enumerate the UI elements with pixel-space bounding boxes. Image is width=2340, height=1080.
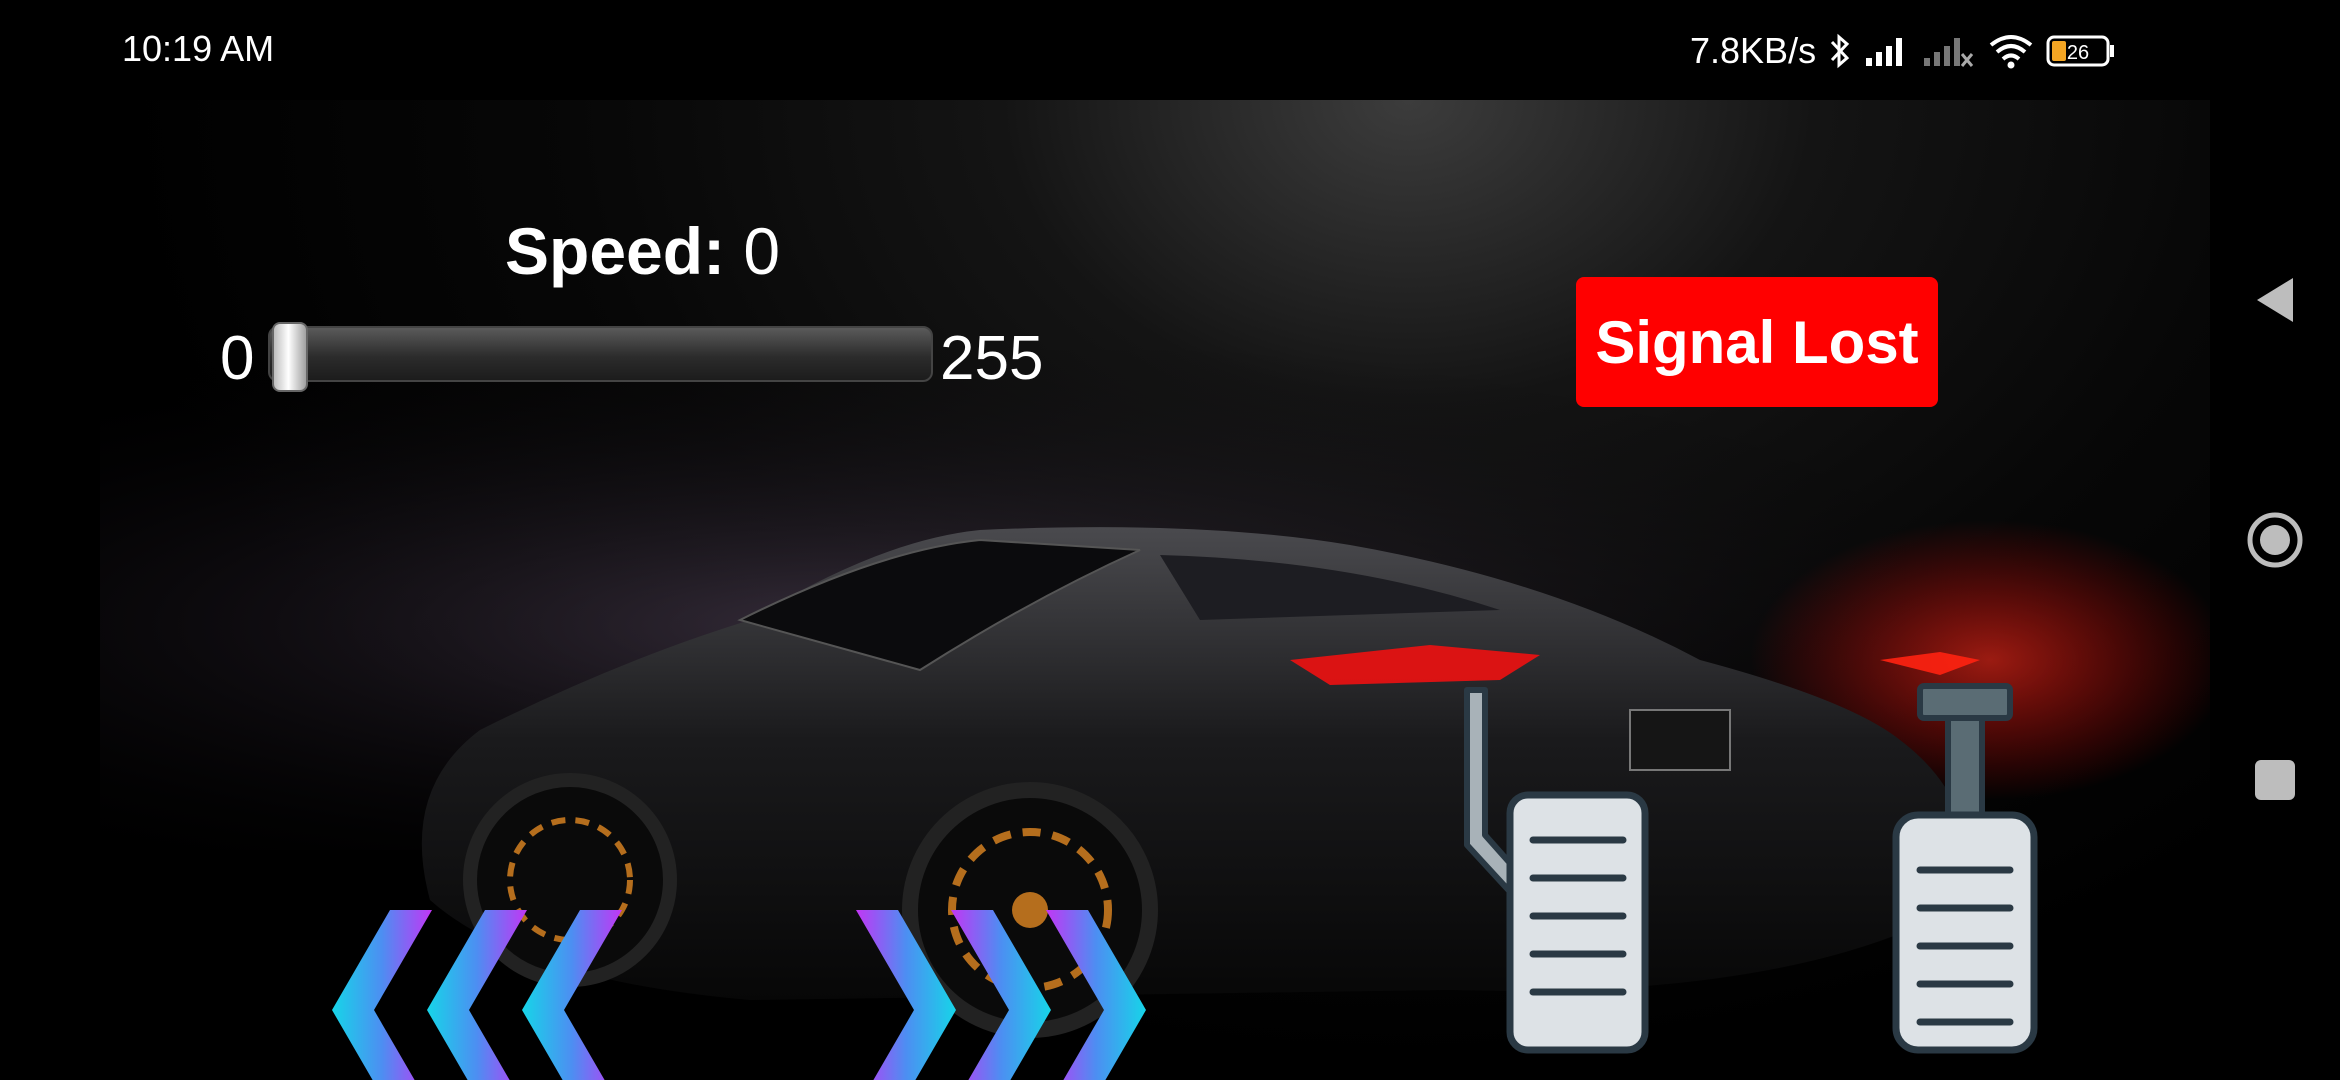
speed-readout: Speed: 0 [505,213,780,289]
chevron-right-triple-icon [856,910,1146,1080]
bluetooth-icon [1828,31,1852,71]
battery-level: 26 [2067,42,2089,64]
steer-left-button[interactable] [332,910,632,1080]
slider-min-label: 0 [220,324,255,393]
speed-label: Speed: [505,214,726,288]
nav-recents-button[interactable] [2245,750,2305,810]
nav-back-button[interactable] [2245,270,2305,330]
brake-pedal-icon [1464,687,1649,1054]
wifi-icon [1988,32,2034,70]
gas-pedal-button[interactable] [1890,680,2040,1060]
battery-icon: 26 [2046,33,2116,69]
speed-slider[interactable] [268,322,933,392]
slider-thumb[interactable] [271,322,308,392]
brake-pedal-button[interactable] [1455,680,1655,1060]
navigation-bar [2210,100,2340,1080]
steer-right-button[interactable] [846,910,1146,1080]
status-bar: 10:19 AM 7.8KB/s 26 [0,0,2340,100]
slider-max-label: 255 [940,324,1044,393]
gas-pedal-icon [1892,683,2038,1054]
network-speed: 7.8KB/s [1690,30,1817,71]
back-icon [2257,278,2293,322]
status-time: 10:19 AM [122,28,275,69]
status-icons: 7.8KB/s 26 [1690,26,2116,76]
signal-status-badge: Signal Lost [1576,277,1938,407]
recents-icon [2255,760,2295,800]
chevron-left-triple-icon [332,910,622,1080]
nav-home-button[interactable] [2245,510,2305,570]
signal-icon [1864,34,1910,68]
speed-value: 0 [743,214,781,288]
signal-disabled-icon [1922,34,1976,68]
home-icon [2247,512,2303,568]
